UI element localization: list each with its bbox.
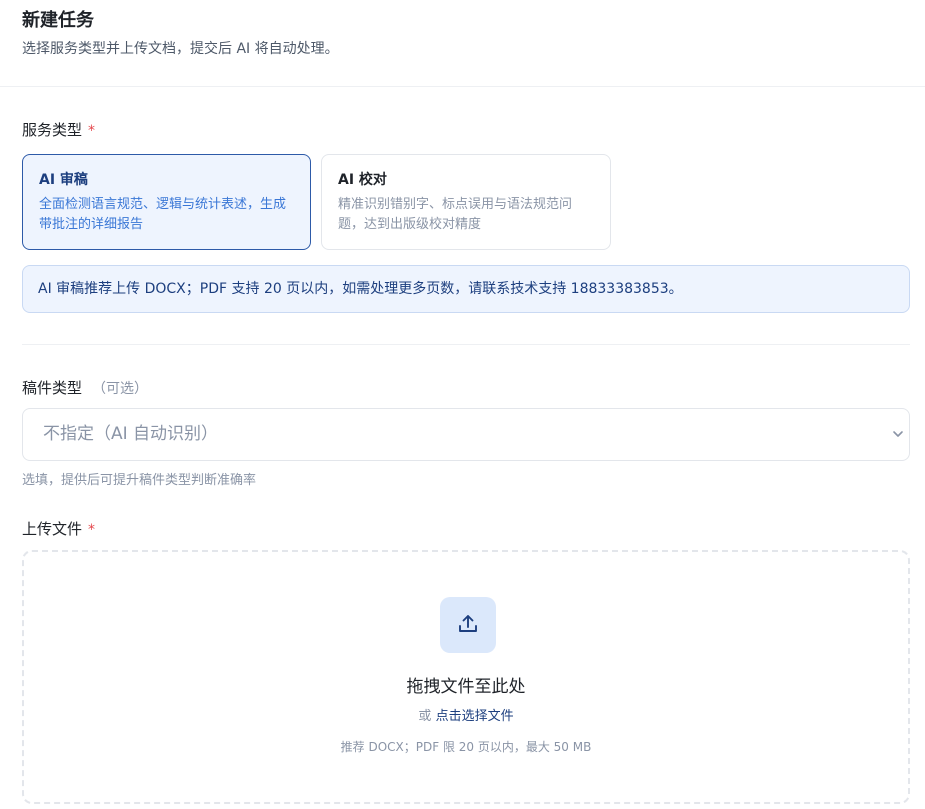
dropzone-title: 拖拽文件至此处	[406, 677, 526, 697]
upload-icon	[459, 615, 477, 632]
service-option-ai-proofread[interactable]: AI 校对 精准识别错别字、标点误用与语法规范问题，达到出版级校对精度	[321, 154, 611, 250]
service-option-ai-review[interactable]: AI 审稿 全面检测语言规范、逻辑与统计表述，生成带批注的详细报告	[22, 154, 311, 250]
manuscript-type-select[interactable]: 不指定（AI 自动识别）	[22, 408, 910, 461]
service-option-desc: 精准识别错别字、标点误用与语法规范问题，达到出版级校对精度	[338, 197, 573, 232]
upload-file-label-text: 上传文件	[22, 520, 83, 538]
service-type-label-text: 服务类型	[22, 121, 83, 139]
page-title: 新建任务	[22, 10, 94, 31]
service-notice: AI 审稿推荐上传 DOCX；PDF 支持 20 页以内，如需处理更多页数，请联…	[22, 265, 910, 313]
service-option-desc: 全面检测语言规范、逻辑与统计表述，生成带批注的详细报告	[39, 197, 287, 232]
page-subtitle: 选择服务类型并上传文档，提交后 AI 将自动处理。	[22, 41, 339, 57]
service-type-label: 服务类型 *	[22, 119, 95, 140]
required-mark: *	[88, 522, 96, 538]
file-dropzone[interactable]: 拖拽文件至此处 或 点击选择文件 推荐 DOCX；PDF 限 20 页以内，最大…	[22, 550, 910, 804]
optional-mark: （可选）	[92, 381, 149, 397]
dropzone-or-text: 或	[418, 709, 432, 724]
chevron-down-icon	[893, 431, 903, 437]
upload-icon-tile	[440, 597, 496, 653]
page-header: 新建任务 选择服务类型并上传文档，提交后 AI 将自动处理。	[0, 0, 925, 87]
dropzone-or-line: 或 点击选择文件	[24, 705, 908, 724]
service-option-title: AI 审稿	[39, 172, 88, 188]
manuscript-type-label: 稿件类型 （可选）	[22, 377, 148, 398]
manuscript-type-label-text: 稿件类型	[22, 379, 83, 397]
dropzone-limit-text: 推荐 DOCX；PDF 限 20 页以内，最大 50 MB	[340, 740, 592, 754]
upload-file-label: 上传文件 *	[22, 518, 95, 539]
section-divider	[22, 344, 910, 345]
choose-file-link[interactable]: 点击选择文件	[436, 709, 514, 724]
manuscript-type-select-value: 不指定（AI 自动识别）	[43, 424, 219, 444]
service-option-title: AI 校对	[338, 172, 387, 188]
manuscript-type-hint: 选填，提供后可提升稿件类型判断准确率	[22, 473, 257, 488]
required-mark: *	[88, 123, 96, 139]
